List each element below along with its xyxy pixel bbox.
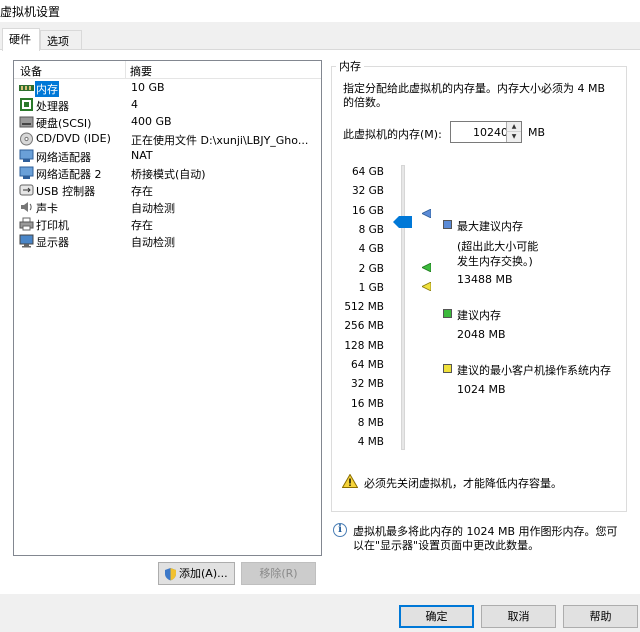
- device-summary: NAT: [131, 149, 153, 162]
- slider-tick-label: 256 MB: [344, 320, 384, 332]
- help-button[interactable]: 帮助: [563, 605, 638, 628]
- slider-tick-label: 16 GB: [351, 205, 384, 217]
- memory-description-line2: 的倍数。: [343, 96, 387, 109]
- sound-card-icon: [21, 202, 32, 212]
- recommended-marker-icon: [422, 263, 431, 272]
- add-device-button[interactable]: 添加(A)...: [158, 562, 235, 585]
- uac-shield-icon: [165, 568, 176, 581]
- warning-icon: [342, 474, 358, 488]
- device-summary: 4: [131, 98, 138, 111]
- device-summary: 正在使用文件 D:\xunji\LBJY_Gho...: [131, 134, 309, 147]
- cd-dvd-icon: [20, 132, 33, 146]
- title-bar: 虚拟机设置: [0, 0, 640, 22]
- guest-min-value: 1024 MB: [457, 383, 506, 396]
- device-summary: 存在: [131, 219, 153, 232]
- slider-tick-label: 8 MB: [357, 417, 384, 429]
- device-row-network-adapter[interactable]: 网络适配器 NAT: [15, 148, 320, 165]
- device-row-sound-card[interactable]: 声卡 自动检测: [15, 199, 320, 216]
- info-text-line2: 以在"显示器"设置页面中更改此数量。: [353, 539, 540, 552]
- device-name: 网络适配器 2: [36, 168, 102, 181]
- remove-device-button[interactable]: 移除(R): [241, 562, 316, 585]
- device-row-memory[interactable]: 内存 10 GB: [15, 80, 320, 97]
- column-header-summary[interactable]: 摘要: [130, 63, 152, 79]
- processor-icon: [20, 98, 33, 111]
- device-row-display[interactable]: 显示器 自动检测: [15, 233, 320, 250]
- slider-tick-label: 8 GB: [358, 224, 384, 236]
- cancel-button[interactable]: 取消: [481, 605, 556, 628]
- memory-slider-thumb[interactable]: [393, 216, 412, 228]
- slider-tick-label: 32 MB: [351, 378, 384, 390]
- slider-tick-label: 128 MB: [344, 340, 384, 352]
- memory-field-label: 此虚拟机的内存(M):: [343, 128, 442, 141]
- device-summary: 存在: [131, 185, 153, 198]
- device-name: 硬盘(SCSI): [36, 117, 92, 130]
- tab-options[interactable]: 选项: [40, 30, 82, 50]
- usb-icon: [19, 184, 34, 196]
- max-recommended-note-line2: 发生内存交换。): [457, 255, 533, 268]
- device-row-cd-dvd[interactable]: CD/DVD (IDE) 正在使用文件 D:\xunji\LBJY_Gho...: [15, 131, 320, 148]
- memory-slider-track[interactable]: [401, 165, 405, 450]
- slider-tick-label: 16 MB: [351, 398, 384, 410]
- guest-min-marker-icon: [422, 282, 431, 291]
- slider-tick-label: 2 GB: [358, 263, 384, 275]
- device-name: 声卡: [36, 202, 58, 215]
- max-recommended-marker-icon: [422, 209, 431, 218]
- recommended-value: 2048 MB: [457, 328, 506, 341]
- ok-button[interactable]: 确定: [399, 605, 474, 628]
- memory-group-title: 内存: [336, 58, 364, 74]
- device-summary: 自动检测: [131, 236, 175, 249]
- device-row-printer[interactable]: 打印机 存在: [15, 216, 320, 233]
- device-row-processor[interactable]: 处理器 4: [15, 97, 320, 114]
- device-row-usb-controller[interactable]: USB 控制器 存在: [15, 182, 320, 199]
- network-adapter-icon: [19, 166, 34, 179]
- device-name: CD/DVD (IDE): [36, 132, 111, 145]
- device-name: USB 控制器: [36, 185, 96, 198]
- slider-tick-label: 32 GB: [351, 185, 384, 197]
- memory-size-stepper[interactable]: ▲ ▼: [450, 121, 522, 143]
- max-recommended-value: 13488 MB: [457, 273, 513, 286]
- memory-size-input[interactable]: [453, 124, 508, 140]
- device-list[interactable]: 设备 摘要 内存 10 GB 处理器 4 硬盘(SCSI) 400 GB CD/…: [13, 60, 322, 556]
- max-recommended-title: 最大建议内存: [457, 220, 523, 233]
- tab-hardware[interactable]: 硬件: [2, 28, 40, 51]
- display-icon: [19, 234, 34, 248]
- max-recommended-note-line1: (超出此大小可能: [457, 240, 539, 253]
- device-row-hard-disk[interactable]: 硬盘(SCSI) 400 GB: [15, 114, 320, 131]
- memory-unit-label: MB: [528, 126, 546, 139]
- window-title: 虚拟机设置: [0, 5, 61, 19]
- device-name: 打印机: [36, 219, 69, 232]
- slider-tick-label: 1 GB: [358, 282, 384, 294]
- device-row-network-adapter-2[interactable]: 网络适配器 2 桥接模式(自动): [15, 165, 320, 182]
- printer-icon: [19, 217, 34, 231]
- device-name: 显示器: [36, 236, 69, 249]
- device-summary: 10 GB: [131, 81, 165, 94]
- device-name: 内存: [35, 81, 59, 97]
- hard-disk-icon: [19, 116, 34, 128]
- device-summary: 自动检测: [131, 202, 175, 215]
- slider-tick-label: 64 MB: [351, 359, 384, 371]
- device-name: 处理器: [36, 100, 69, 113]
- slider-tick-label: 512 MB: [344, 301, 384, 313]
- tab-strip: 硬件 选项: [0, 28, 640, 51]
- warning-text: 必须先关闭虚拟机，才能降低内存容量。: [364, 477, 562, 490]
- network-adapter-icon: [19, 149, 34, 162]
- device-summary: 桥接模式(自动): [131, 168, 206, 181]
- guest-min-legend-icon: [443, 364, 452, 373]
- device-name: 网络适配器: [36, 151, 91, 164]
- info-icon: i: [333, 523, 347, 537]
- device-list-header: 设备 摘要: [14, 61, 321, 79]
- recommended-legend-icon: [443, 309, 452, 318]
- memory-icon: [19, 85, 34, 91]
- slider-tick-label: 4 MB: [357, 436, 384, 448]
- spin-down-button[interactable]: ▼: [506, 132, 521, 142]
- slider-tick-label: 4 GB: [358, 243, 384, 255]
- guest-min-title: 建议的最小客户机操作系统内存: [457, 364, 611, 377]
- spin-up-button[interactable]: ▲: [506, 122, 521, 132]
- slider-tick-label: 64 GB: [351, 166, 384, 178]
- device-summary: 400 GB: [131, 115, 172, 128]
- recommended-title: 建议内存: [457, 309, 501, 322]
- add-device-label: 添加(A)...: [179, 567, 228, 580]
- max-recommended-legend-icon: [443, 220, 452, 229]
- column-header-device[interactable]: 设备: [20, 63, 42, 79]
